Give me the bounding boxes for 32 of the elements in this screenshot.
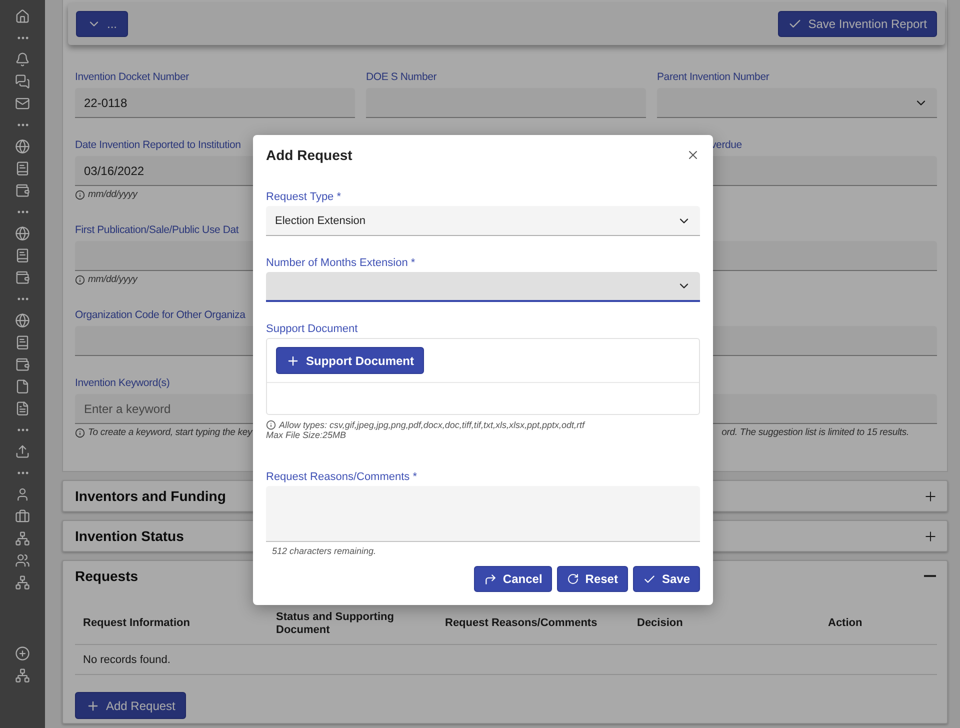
column-header: Status and Supporting Document — [275, 610, 395, 636]
column-header: Request Information — [82, 617, 191, 630]
field-value: 03/16/2022 — [84, 164, 144, 178]
placeholder-text: Enter a keyword — [84, 402, 171, 416]
hint-text: mm/dd/yyyy — [88, 274, 138, 285]
hint-text: ord. The suggestion list is limited to 15 results. — [722, 427, 909, 438]
hint-text: mm/dd/yyyy — [88, 189, 138, 200]
field-value: Election Extension — [275, 214, 366, 226]
character-counter: 512 characters remaining. — [272, 546, 378, 556]
section-title: Inventors and Funding — [75, 488, 226, 504]
hint-text: To create a keyword, start typing the key — [88, 427, 252, 438]
field-label: First Publication/Sale/Public Use Dat — [75, 223, 239, 237]
empty-message: No records found. — [82, 654, 172, 666]
hint-text: Max File Size:25MB — [266, 430, 348, 440]
field-label: Parent Invention Number — [657, 70, 770, 84]
section-title: Requests — [75, 568, 138, 584]
hint-text: Allow types: csv,gif,jpeg,jpg,png,pdf,docx,doc,tiff,tif,txt,xls,xlsx,ppt,pptx,odt,rtf — [279, 420, 584, 430]
column-header: Decision — [636, 617, 684, 630]
field-label: Organization Code for Other Organiza — [75, 308, 246, 322]
field-label: Request Type * — [266, 190, 342, 204]
section-title: Invention Status — [75, 528, 184, 544]
column-header: Action — [827, 617, 864, 630]
field-label: Date Invention Reported to Institution — [75, 138, 241, 152]
field-label: Invention Docket Number — [75, 70, 189, 84]
field-label: Number of Months Extension * — [266, 256, 416, 270]
column-header: Request Reasons/Comments — [444, 617, 598, 630]
dialog-title: Add Request — [266, 147, 352, 163]
field-label: Invention Keyword(s) — [75, 376, 170, 390]
field-value: 22-0118 — [84, 96, 128, 110]
field-label: Request Reasons/Comments * — [266, 470, 418, 484]
field-label: Support Document — [266, 322, 359, 336]
field-label: DOE S Number — [366, 70, 437, 84]
